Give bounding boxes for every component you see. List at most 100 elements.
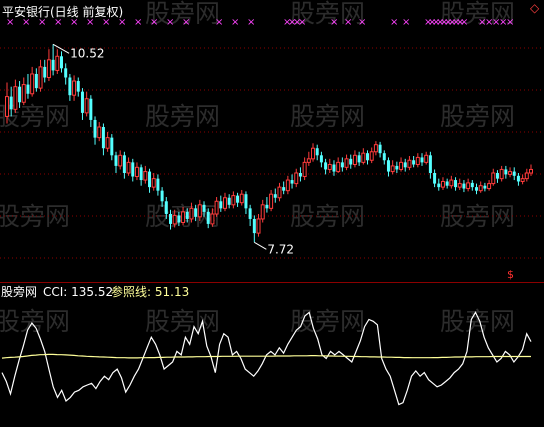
candle-body: [21, 84, 26, 103]
candle-down: [80, 88, 84, 120]
candle-body: [386, 160, 390, 172]
candle-body: [269, 193, 274, 209]
candle-body: [210, 213, 215, 225]
candle-body: [290, 180, 294, 184]
candle-down: [319, 151, 323, 168]
candle-body: [219, 201, 223, 209]
candle-body: [9, 96, 13, 110]
candle-body: [445, 181, 449, 186]
candle-up: [294, 168, 299, 188]
candle-up: [424, 151, 429, 165]
candle-up: [440, 177, 445, 190]
candle-up: [46, 49, 51, 82]
candle-body: [327, 163, 332, 170]
candle-body: [151, 178, 156, 188]
candle-down: [340, 157, 344, 172]
candle-up: [306, 151, 311, 166]
candle-body: [51, 59, 55, 71]
candle-body: [139, 167, 143, 181]
candle-down: [462, 180, 466, 193]
chart-window: 股旁网 股旁网 股旁网 股旁网 股旁网 股旁网 股旁网 股旁网 股旁网 股旁网 股旁网 股旁网 股旁网股…: [0, 0, 544, 427]
candle-body: [202, 204, 206, 212]
candle-up: [499, 165, 504, 182]
chart-canvas: 股旁网 股旁网 股旁网股旁网 股旁网 股旁网 股旁网股旁网 股旁网 股旁网股旁网 股旁网 股旁网股…: [0, 0, 544, 406]
candle-up: [231, 191, 236, 209]
candle-down: [428, 151, 432, 179]
candle-up: [352, 150, 357, 168]
candle-body: [89, 98, 93, 120]
signal-marker: ×: [330, 17, 338, 28]
candle-up: [222, 192, 227, 212]
candle-body: [403, 162, 407, 168]
candle-body: [38, 66, 43, 89]
candle-body: [294, 172, 299, 185]
candle-body: [231, 195, 236, 206]
candle-up: [21, 77, 26, 106]
candle-down: [273, 188, 277, 203]
candle-body: [382, 153, 386, 161]
signal-marker: ×: [358, 17, 366, 28]
candle-body: [118, 154, 123, 167]
candle-down: [26, 73, 30, 99]
candle-body: [315, 148, 319, 156]
candle-up: [30, 66, 35, 97]
candle-body: [97, 126, 102, 139]
candle-up: [399, 157, 404, 172]
signal-marker: ×: [247, 17, 255, 28]
candle-body: [298, 172, 302, 177]
candle-body: [64, 68, 68, 78]
candle-up: [214, 197, 219, 217]
candle-body: [483, 185, 487, 189]
signal-marker: ×: [506, 17, 514, 28]
candle-down: [324, 158, 328, 175]
candle-up: [277, 182, 282, 202]
candle-body: [206, 211, 210, 224]
candle-body: [390, 165, 395, 173]
candle-body: [433, 172, 437, 184]
candle-body: [478, 185, 483, 192]
candle-up: [302, 157, 307, 181]
candle-body: [273, 194, 277, 198]
candle-body: [516, 175, 520, 182]
candle-body: [361, 152, 366, 163]
candle-body: [72, 80, 77, 96]
candle-down: [131, 158, 135, 182]
candle-body: [529, 168, 533, 174]
candle-body: [487, 183, 492, 190]
candle-up: [13, 79, 18, 113]
candle-body: [437, 183, 441, 188]
candle-body: [172, 214, 177, 225]
candle-body: [227, 197, 231, 205]
candle-body: [84, 98, 89, 114]
candle-down: [64, 63, 68, 85]
candle-body: [93, 119, 97, 138]
low-price-pointer: [254, 241, 267, 250]
candle-body: [248, 208, 252, 219]
candle-body: [399, 161, 404, 170]
candle-up: [105, 131, 110, 152]
candle-down: [475, 183, 479, 195]
candle-body: [18, 86, 22, 103]
chart-title: 平安银行(日线 前复权): [2, 4, 123, 19]
candle-up: [390, 160, 395, 175]
candle-up: [344, 154, 349, 171]
candle-body: [378, 144, 382, 154]
candle-body: [185, 211, 189, 219]
candle-up: [524, 168, 529, 182]
candle-body: [449, 179, 454, 187]
candle-body: [470, 182, 474, 188]
candle-body: [189, 207, 194, 220]
candle-body: [126, 161, 131, 174]
candle-body: [68, 77, 72, 96]
candle-body: [260, 204, 265, 220]
candle-down: [504, 165, 508, 179]
candle-up: [491, 168, 496, 186]
candle-down: [349, 154, 353, 169]
candle-body: [265, 204, 269, 209]
candle-body: [114, 155, 118, 166]
candle-down: [59, 51, 63, 73]
candle-up: [336, 157, 341, 173]
candle-body: [306, 158, 311, 163]
candle-up: [285, 175, 290, 195]
candle-body: [462, 183, 466, 189]
